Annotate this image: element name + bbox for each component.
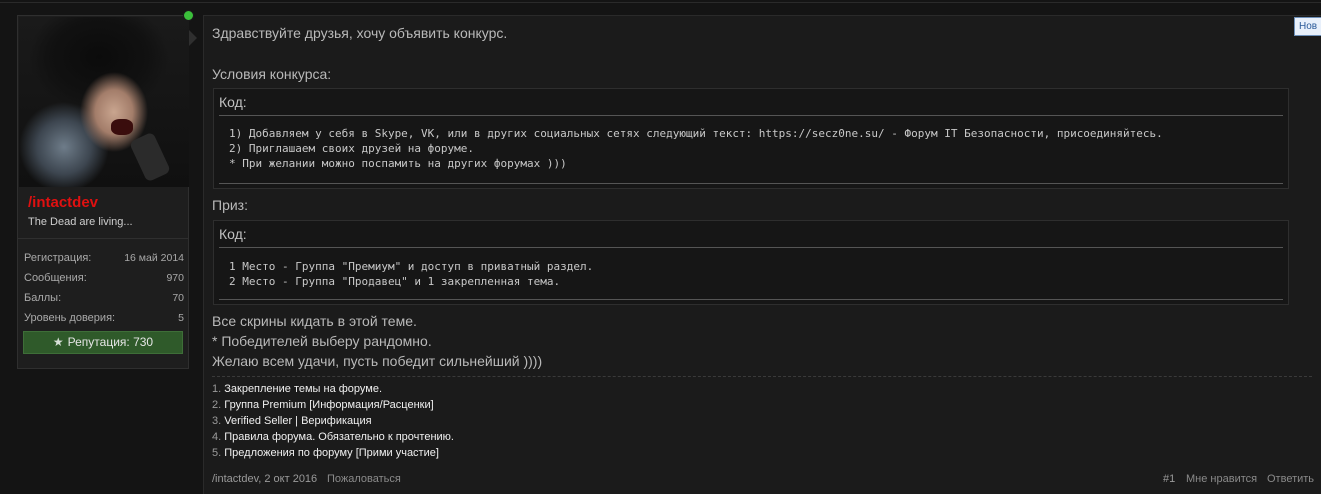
signature-link[interactable]: Правила форума. Обязательно к прочтению. [224, 431, 454, 443]
avatar-mouth [111, 119, 133, 135]
code-lines: 1) Добавляем у себя в Skype, VK, или в д… [229, 126, 1163, 171]
signature-link[interactable]: Verified Seller | Верификация [224, 415, 371, 427]
code-footer-divider [219, 299, 1283, 300]
stat-label: Сообщения: [24, 272, 87, 284]
user-title: The Dead are living... [28, 216, 133, 228]
code-line: 1) Добавляем у себя в Skype, VK, или в д… [229, 127, 1163, 140]
report-link[interactable]: Пожаловаться [327, 473, 401, 485]
closing-line: Желаю всем удачи, пусть победит сильнейш… [212, 353, 543, 369]
post-number-link[interactable]: #1 [1163, 473, 1175, 485]
closing-line: Все скрины кидать в этой теме. [212, 313, 417, 329]
reputation-label: Репутация: [67, 335, 130, 349]
signature-item: 5. Предложения по форуму [Прими участие] [212, 447, 439, 459]
stat-value[interactable]: 970 [166, 272, 184, 284]
stat-points[interactable]: Баллы: 70 [24, 292, 184, 304]
signature-item: 1. Закрепление темы на форуме. [212, 383, 382, 395]
code-footer-divider [219, 183, 1283, 184]
code-line: * При желании можно поспамить на других … [229, 157, 567, 170]
signature-number: 4. [212, 431, 222, 443]
signature-item: 3. Verified Seller | Верификация [212, 415, 372, 427]
code-lines: 1 Место - Группа "Премиум" и доступ в пр… [229, 259, 593, 289]
message-pointer-icon [189, 30, 197, 46]
code-block-conditions: Код: 1) Добавляем у себя в Skype, VK, ил… [213, 88, 1289, 189]
code-line: 2 Место - Группа "Продавец" и 1 закрепле… [229, 275, 561, 288]
username-link[interactable]: /intactdev [28, 194, 98, 211]
signature-number: 5. [212, 447, 222, 459]
code-header-divider [219, 247, 1283, 248]
stat-label: Регистрация: [24, 252, 92, 264]
post-greeting: Здравствуйте друзья, хочу объявить конку… [212, 25, 508, 41]
stat-value[interactable]: 70 [172, 292, 184, 304]
stat-messages[interactable]: Сообщения: 970 [24, 272, 184, 284]
avatar-microphone [128, 131, 172, 183]
reputation-badge[interactable]: ★ Репутация: 730 [23, 331, 183, 354]
signature-number: 2. [212, 399, 222, 411]
avatar[interactable] [19, 17, 189, 187]
reputation-value: 730 [133, 335, 154, 349]
stat-trust-level: Уровень доверия: 5 [24, 312, 184, 324]
new-badge[interactable]: Нов [1294, 17, 1321, 36]
signature-number: 1. [212, 383, 222, 395]
stat-label: Уровень доверия: [24, 312, 116, 324]
reply-link[interactable]: Ответить [1267, 473, 1314, 485]
signature-link[interactable]: Группа Premium [Информация/Расценки] [224, 399, 433, 411]
code-line: 2) Приглашаем своих друзей на форуме. [229, 142, 475, 155]
prize-label: Приз: [212, 197, 248, 213]
code-block-header: Код: [219, 94, 247, 110]
code-block-header: Код: [219, 226, 247, 242]
online-status-icon [183, 10, 194, 21]
code-header-divider [219, 115, 1283, 116]
signature-number: 3. [212, 415, 222, 427]
code-line: 1 Место - Группа "Премиум" и доступ в пр… [229, 260, 594, 273]
signature-link[interactable]: Предложения по форуму [Прими участие] [224, 447, 439, 459]
top-divider [0, 2, 1321, 3]
star-icon: ★ [52, 335, 64, 349]
stat-label: Баллы: [24, 292, 62, 304]
stats-divider [18, 238, 188, 239]
stat-value: 5 [178, 312, 184, 324]
conditions-label: Условия конкурса: [212, 66, 332, 82]
post-author-date[interactable]: /intactdev, 2 окт 2016 [212, 473, 317, 485]
like-link[interactable]: Мне нравится [1186, 473, 1257, 485]
closing-line: * Победителей выберу рандомно. [212, 333, 432, 349]
stat-value: 16 май 2014 [124, 252, 184, 264]
signature-divider [212, 376, 1312, 377]
signature-item: 4. Правила форума. Обязательно к прочтен… [212, 431, 454, 443]
stat-registration: Регистрация: 16 май 2014 [24, 252, 184, 264]
signature-link[interactable]: Закрепление темы на форуме. [224, 383, 382, 395]
code-block-prize: Код: 1 Место - Группа "Премиум" и доступ… [213, 220, 1289, 305]
signature-item: 2. Группа Premium [Информация/Расценки] [212, 399, 434, 411]
